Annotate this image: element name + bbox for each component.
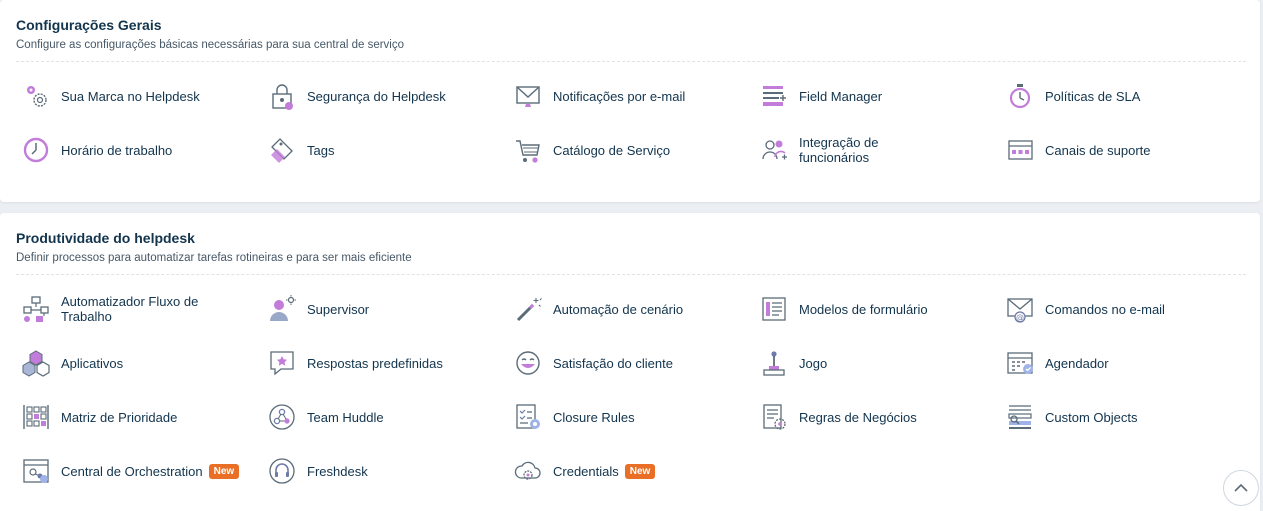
branding-gears-icon <box>20 80 52 112</box>
security-lock-icon <box>266 80 298 112</box>
settings-item-automacao-de-cenario[interactable]: Automação de cenário <box>512 288 752 330</box>
settings-item-closure-rules[interactable]: Closure Rules <box>512 396 752 438</box>
clock-icon <box>20 134 52 166</box>
settings-item-aplicativos[interactable]: Aplicativos <box>20 342 260 384</box>
custom-objects-icon <box>1004 401 1036 433</box>
settings-item-label: Modelos de formulário <box>799 301 928 317</box>
settings-item-comandos-no-e-mail[interactable]: @ Comandos no e-mail <box>1004 288 1244 330</box>
chevron-up-icon <box>1234 483 1248 492</box>
form-template-icon <box>758 293 790 325</box>
productivity-subtitle: Definir processos para automatizar taref… <box>16 252 412 264</box>
settings-item-field-manager[interactable]: Field Manager <box>758 75 998 117</box>
orchestration-icon <box>20 455 52 487</box>
settings-item-label: Aplicativos <box>61 355 124 371</box>
workflow-icon <box>20 293 52 325</box>
settings-item-label: Supervisor <box>307 301 370 317</box>
settings-item-label: Regras de Negócios <box>799 409 917 425</box>
settings-item-agendador[interactable]: Agendador <box>1004 342 1244 384</box>
business-rules-icon <box>758 401 790 433</box>
cart-icon <box>512 134 544 166</box>
settings-item-central-de-orchestration[interactable]: Central de Orchestration New <box>20 450 260 492</box>
settings-item-label: Sua Marca no Helpdesk <box>61 88 200 104</box>
settings-item-label: Matriz de Prioridade <box>61 409 178 425</box>
settings-item-matriz-de-prioridade[interactable]: Matriz de Prioridade <box>20 396 260 438</box>
settings-item-label: Team Huddle <box>307 409 384 425</box>
svg-text:@: @ <box>1016 313 1024 322</box>
new-badge: New <box>208 463 240 479</box>
freshdesk-icon <box>266 455 298 487</box>
settings-item-label: Freshdesk <box>307 463 368 479</box>
settings-item-supervisor[interactable]: Supervisor <box>266 288 506 330</box>
settings-item-label: Central de Orchestration <box>61 463 203 479</box>
settings-item-politicas-de-sla[interactable]: Políticas de SLA <box>1004 75 1244 117</box>
tag-icon <box>266 134 298 166</box>
settings-item-canais-de-suporte[interactable]: Canais de suporte <box>1004 129 1244 171</box>
settings-item-jogo[interactable]: Jogo <box>758 342 998 384</box>
settings-item-label: Respostas predefinidas <box>307 355 443 371</box>
smiley-icon <box>512 347 544 379</box>
divider <box>16 61 1246 62</box>
general-settings-card: Configurações Gerais Configure as config… <box>0 0 1260 202</box>
settings-item-horario-de-trabalho[interactable]: Horário de trabalho <box>20 129 260 171</box>
canned-response-icon <box>266 347 298 379</box>
settings-item-label: Segurança do Helpdesk <box>307 88 446 104</box>
settings-item-notificacoes-por-e-mail[interactable]: Notificações por e-mail <box>512 75 752 117</box>
settings-item-freshdesk[interactable]: Freshdesk <box>266 450 506 492</box>
settings-item-label: Automatizador Fluxo de Trabalho <box>61 294 199 324</box>
settings-item-label: Field Manager <box>799 88 883 104</box>
settings-item-tags[interactable]: Tags <box>266 129 506 171</box>
credentials-icon <box>512 455 544 487</box>
settings-item-modelos-de-formulario[interactable]: Modelos de formulário <box>758 288 998 330</box>
productivity-title: Produtividade do helpdesk <box>16 230 195 246</box>
supervisor-icon <box>266 293 298 325</box>
settings-item-label: Automação de cenário <box>553 301 684 317</box>
settings-item-custom-objects[interactable]: Custom Objects <box>1004 396 1244 438</box>
closure-rules-icon <box>512 401 544 433</box>
settings-item-automatizador-fluxo-de-trabalho[interactable]: Automatizador Fluxo de Trabalho <box>20 288 260 330</box>
settings-item-team-huddle[interactable]: Team Huddle <box>266 396 506 438</box>
divider <box>16 274 1246 275</box>
settings-item-catalogo-de-servico[interactable]: Catálogo de Serviço <box>512 129 752 171</box>
settings-item-satisfacao-do-cliente[interactable]: Satisfação do cliente <box>512 342 752 384</box>
scroll-to-top-button[interactable] <box>1223 470 1259 506</box>
email-notification-icon <box>512 80 544 112</box>
apps-cubes-icon <box>20 347 52 379</box>
magic-wand-icon <box>512 293 544 325</box>
settings-item-label: Catálogo de Serviço <box>553 142 671 158</box>
email-command-icon: @ <box>1004 293 1036 325</box>
general-settings-subtitle: Configure as configurações básicas neces… <box>16 39 405 51</box>
settings-item-sua-marca-no-helpdesk[interactable]: Sua Marca no Helpdesk <box>20 75 260 117</box>
settings-item-label: Canais de suporte <box>1045 142 1151 158</box>
settings-item-label: Comandos no e-mail <box>1045 301 1165 317</box>
settings-item-label: Integração de funcionários <box>799 135 879 165</box>
settings-item-integracao-de-funcionarios[interactable]: Integração de funcionários <box>758 129 998 171</box>
settings-item-label: Custom Objects <box>1045 409 1138 425</box>
settings-item-label: Credentials <box>553 463 619 479</box>
general-settings-title: Configurações Gerais <box>16 17 162 33</box>
sla-timer-icon <box>1004 80 1036 112</box>
settings-item-respostas-predefinidas[interactable]: Respostas predefinidas <box>266 342 506 384</box>
team-huddle-icon <box>266 401 298 433</box>
settings-item-label: Satisfação do cliente <box>553 355 673 371</box>
settings-item-label: Notificações por e-mail <box>553 88 686 104</box>
settings-item-label: Políticas de SLA <box>1045 88 1141 104</box>
settings-item-label: Agendador <box>1045 355 1109 371</box>
scheduler-icon <box>1004 347 1036 379</box>
onboarding-people-icon <box>758 134 790 166</box>
settings-item-label: Closure Rules <box>553 409 635 425</box>
settings-item-seguranca-do-helpdesk[interactable]: Segurança do Helpdesk <box>266 75 506 117</box>
settings-item-label: Tags <box>307 142 335 158</box>
priority-matrix-icon <box>20 401 52 433</box>
field-manager-icon <box>758 80 790 112</box>
settings-item-label: Jogo <box>799 355 828 371</box>
joystick-icon <box>758 347 790 379</box>
settings-item-credentials[interactable]: Credentials New <box>512 450 752 492</box>
productivity-card: Produtividade do helpdesk Definir proces… <box>0 213 1260 511</box>
settings-item-regras-de-negocios[interactable]: Regras de Negócios <box>758 396 998 438</box>
new-badge: New <box>624 463 656 479</box>
settings-item-label: Horário de trabalho <box>61 142 173 158</box>
support-channels-icon <box>1004 134 1036 166</box>
